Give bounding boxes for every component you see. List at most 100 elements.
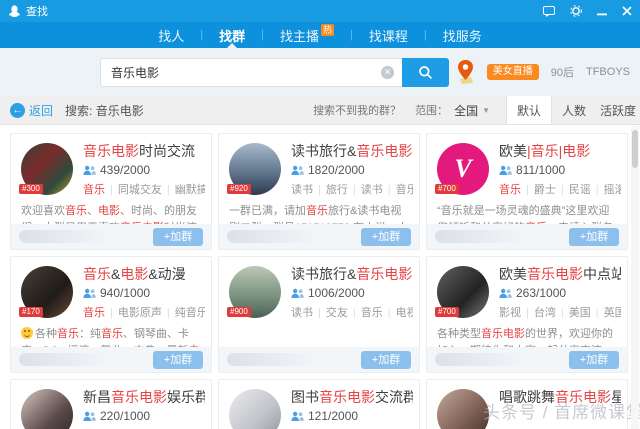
group-card[interactable]: V #700 欧美|音乐|电影 811/1000 音乐|爵士|民谣|摇滚|乡村|… [426,133,628,250]
close-icon[interactable] [622,6,632,16]
tab-find-services[interactable]: 找服务 [441,22,484,48]
chevron-down-icon[interactable]: ▼ [482,106,490,115]
group-card[interactable]: #900 读书旅行&音乐电影 1006/2000 读书|交友|音乐|电视剧|电影… [218,256,420,373]
scrollbar-track[interactable] [631,126,639,429]
join-group-button[interactable]: +加群 [153,350,203,369]
tab-divider: | [423,29,427,41]
group-title[interactable]: 欧美音乐电影中点站 [499,265,621,283]
member-count: 940/1000 [83,286,205,300]
group-avatar: V #700 [435,143,489,195]
rank-badge: #700 [435,184,459,194]
group-tag: 交友 [325,307,348,319]
back-arrow-icon: ← [10,102,25,118]
members-icon [499,165,512,175]
group-title[interactable]: 图书音乐电影交流群。 [291,388,413,406]
filter-bar: ← 返回 搜索: 音乐电影 搜索不到我的群？ 范围： 全国 ▼ 默认 人数 活跃… [0,96,640,125]
minimize-icon[interactable] [597,6,607,16]
card-footer: +加群 [219,347,419,372]
join-group-button[interactable]: +加群 [569,350,619,369]
group-title[interactable]: 读书旅行&音乐电影 [291,265,413,283]
group-card[interactable]: #920 读书旅行&音乐电影 1820/2000 读书|旅行|读书|音乐|美食 … [218,133,420,250]
group-avatar: #920 [227,143,281,195]
group-results-grid: #300 音乐电影时尚交流 439/2000 音乐|同城交友|幽默搞笑|音乐..… [0,125,632,429]
group-card[interactable]: 图书音乐电影交流群。 121/2000 +加群 [218,379,420,429]
hot-badge: 热 [321,24,335,36]
member-count-text: 811/1000 [516,163,566,177]
tab-find-streamers[interactable]: 找主播热 [278,22,336,48]
tab-find-groups[interactable]: 找群 [217,22,247,48]
hot-keyword-90s[interactable]: 90后 [551,64,574,80]
group-tag: 旅行 [325,184,348,196]
group-tag: 音乐 [395,184,413,196]
group-tags: 影视|台湾|美国|英国|教父|... [499,304,621,320]
group-card[interactable]: #170 音乐&电影&动漫 940/1000 音乐|电影原声|纯音乐|卡农|..… [10,256,212,373]
group-card[interactable]: 唱歌跳舞音乐电影星座 +加群 [426,379,628,429]
search-summary: 搜索: 音乐电影 [65,103,144,118]
group-card[interactable]: 新昌音乐电影娱乐群 220/1000 +加群 [10,379,212,429]
group-tag: 美国 [568,307,591,319]
group-tag: 台湾 [533,307,556,319]
member-count-text: 263/1000 [516,286,567,300]
members-icon [291,288,304,298]
cant-find-group-link[interactable]: 搜索不到我的群？ [313,102,401,118]
member-count-text: 439/2000 [100,163,151,177]
clear-search-icon[interactable]: ✕ [381,66,394,79]
blurred-location [227,230,319,243]
card-footer: +加群 [427,347,627,372]
group-card[interactable]: #300 音乐电影时尚交流 439/2000 音乐|同城交友|幽默搞笑|音乐..… [10,133,212,250]
window-title: 查找 [26,6,48,18]
blurred-location [19,230,111,243]
magnifier-icon [419,66,433,80]
join-group-button[interactable]: +加群 [569,227,619,246]
join-group-button[interactable]: +加群 [153,227,203,246]
group-avatar: #700 [435,266,489,318]
sort-tab-activity[interactable]: 活跃度 [596,96,640,124]
rank-badge: #900 [227,307,251,317]
scope-dropdown[interactable]: 全国 [454,102,478,119]
group-title[interactable]: 音乐&电影&动漫 [83,265,205,283]
group-avatar: #170 [19,266,73,318]
member-count: 1006/2000 [291,286,413,300]
group-title[interactable]: 唱歌跳舞音乐电影星座 [499,388,621,406]
group-tag: 同城交友 [117,184,162,196]
tab-find-courses[interactable]: 找课程 [367,22,410,48]
rank-badge: #700 [435,307,459,317]
join-group-button[interactable]: +加群 [361,350,411,369]
group-card[interactable]: #700 欧美音乐电影中点站 263/1000 影视|台湾|美国|英国|教父|.… [426,256,628,373]
scrollbar-thumb[interactable] [632,130,638,168]
back-button[interactable]: ← 返回 [10,102,53,119]
search-button[interactable] [402,58,449,87]
card-footer: +加群 [11,224,211,249]
live-show-badge[interactable]: 美女直播 [486,64,539,80]
member-count-text: 121/2000 [308,409,359,423]
member-count: 263/1000 [499,286,621,300]
members-icon [291,411,304,421]
search-input[interactable] [100,58,402,87]
group-tags: 音乐|电影原声|纯音乐|卡农|... [83,304,205,320]
tab-divider: | [261,29,264,41]
settings-icon[interactable] [570,5,582,17]
group-tag: 民谣 [568,184,591,196]
group-tag: 音乐 [360,307,383,319]
group-title[interactable]: 欧美|音乐|电影 [499,142,621,160]
member-count: 439/2000 [83,163,205,177]
location-pin-icon[interactable] [456,60,475,84]
sort-tab-default[interactable]: 默认 [506,96,552,124]
scope-label: 范围： [415,105,449,117]
avatar-letter: V [454,154,472,183]
tab-find-people[interactable]: 找人 [156,22,186,48]
group-title[interactable]: 读书旅行&音乐电影 [291,142,413,160]
search-section: ✕ 美女直播 90后 TFBOYS [0,48,640,96]
group-tag: 英国 [603,307,621,319]
group-title[interactable]: 新昌音乐电影娱乐群 [83,388,205,406]
join-group-button[interactable]: +加群 [361,227,411,246]
member-count: 121/2000 [291,409,413,423]
group-title[interactable]: 音乐电影时尚交流 [83,142,205,160]
group-tag: 影视 [499,307,521,319]
members-icon [83,288,96,298]
blurred-location [435,353,527,366]
feedback-icon[interactable] [543,5,555,17]
find-group-window: 查找 找人 | 找群 | 找主播热 | 找课程 | 找服务 音乐电影 ✕ 美女直… [0,0,640,429]
hot-keyword-tfboys[interactable]: TFBOYS [586,66,630,78]
sort-tab-members[interactable]: 人数 [552,96,596,124]
